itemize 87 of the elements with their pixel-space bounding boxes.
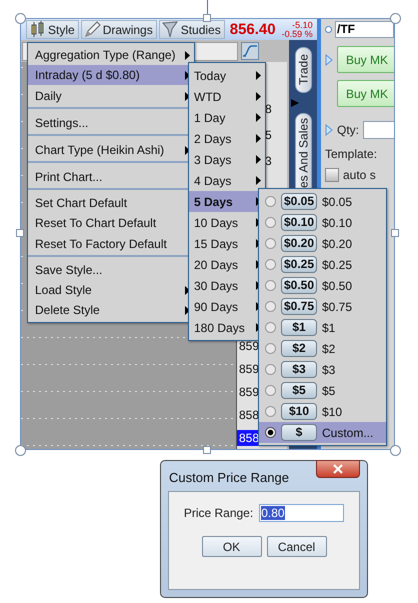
range-chip: $0.25 xyxy=(281,256,317,273)
circle-icon xyxy=(325,26,332,32)
submenu-arrow-icon xyxy=(256,92,261,101)
price-change: -5.10 xyxy=(292,20,313,30)
range-chip: $0.75 xyxy=(281,298,317,315)
checkbox-label: auto s xyxy=(343,168,376,182)
symbol-field[interactable]: /TF xyxy=(335,20,394,38)
menu-item[interactable]: $1 $1 xyxy=(259,317,386,338)
submenu-arrow-icon xyxy=(256,113,261,122)
checkbox[interactable] xyxy=(325,168,339,182)
submenu-arrow-icon xyxy=(256,155,261,164)
range-chip: $0.20 xyxy=(281,235,317,252)
dialog-button[interactable]: Cancel xyxy=(266,536,326,557)
menu-item[interactable]: $10 $10 xyxy=(259,401,386,422)
range-chip: $ xyxy=(281,424,317,441)
close-button[interactable] xyxy=(316,460,360,478)
curve-icon[interactable] xyxy=(241,42,259,60)
input-field[interactable]: 0.80 xyxy=(259,504,344,522)
radio-button[interactable] xyxy=(265,217,276,228)
axis-label: 858 xyxy=(238,407,260,424)
range-chip: $3 xyxy=(281,361,317,378)
expand-icon[interactable] xyxy=(325,124,333,136)
radio-button[interactable] xyxy=(265,196,276,207)
submenu-arrow-icon xyxy=(256,71,261,80)
menu-item[interactable]: $0.20 $0.20 xyxy=(259,233,386,254)
range-chip: $10 xyxy=(281,403,317,420)
buy-button[interactable]: Buy MK xyxy=(337,80,394,107)
radio-button[interactable] xyxy=(265,322,276,333)
menu-item[interactable]: $5 $5 xyxy=(259,380,386,401)
range-chip: $2 xyxy=(281,340,317,357)
radio-button[interactable] xyxy=(265,280,276,291)
radio-button[interactable] xyxy=(265,406,276,417)
radio-button[interactable] xyxy=(265,364,276,375)
field-label: Qty: xyxy=(337,123,360,137)
radio-button[interactable] xyxy=(265,238,276,249)
radio-button[interactable] xyxy=(265,385,276,396)
resize-handle[interactable] xyxy=(390,13,401,24)
axis-label: 5 xyxy=(265,127,272,144)
expand-icon[interactable] xyxy=(325,54,333,66)
range-chip: $0.10 xyxy=(281,214,317,231)
toolbar-button[interactable]: Studies xyxy=(158,20,225,39)
range-chip: $5 xyxy=(281,382,317,399)
menu-item[interactable]: $2 $2 xyxy=(259,338,386,359)
resize-handle[interactable] xyxy=(15,445,26,456)
resize-handle[interactable] xyxy=(203,446,211,454)
menu-item[interactable]: Aggregation Type (Range) xyxy=(28,45,194,65)
submenu-arrow-icon xyxy=(256,134,261,143)
dialog-button[interactable]: OK xyxy=(202,536,262,557)
axis-label: 3 xyxy=(265,153,272,170)
dialog-title: Custom Price Range xyxy=(169,470,290,485)
menu-item[interactable]: $3 $3 xyxy=(259,359,386,380)
side-tab[interactable]: Trade xyxy=(294,47,312,93)
funnel-icon xyxy=(162,21,179,38)
field-label: Price Range: xyxy=(184,506,254,520)
resize-handle[interactable] xyxy=(203,14,211,22)
resize-handle[interactable] xyxy=(15,13,26,24)
toolbar-button[interactable]: Style xyxy=(26,20,79,39)
last-price: 856.40 xyxy=(230,21,276,38)
range-chip: $0.05 xyxy=(281,193,317,210)
menu-item[interactable]: $0.75 $0.75 xyxy=(259,296,386,317)
radio-button[interactable] xyxy=(265,301,276,312)
range-chip: $0.50 xyxy=(281,277,317,294)
axis-label: 859 xyxy=(238,361,260,378)
radio-button[interactable] xyxy=(265,427,276,438)
submenu-arrow-icon xyxy=(185,50,190,60)
field-label: Template: xyxy=(325,147,378,161)
triangle-icon xyxy=(291,99,299,107)
resize-handle[interactable] xyxy=(390,445,401,456)
radio-button[interactable] xyxy=(265,259,276,270)
resize-handle[interactable] xyxy=(391,229,399,237)
pencil-icon xyxy=(84,21,101,38)
menu-item[interactable]: $ Custom... xyxy=(259,422,386,443)
menu-item[interactable]: $0.25 $0.25 xyxy=(259,254,386,275)
menu-item[interactable]: $0.10 $0.10 xyxy=(259,212,386,233)
input-field[interactable] xyxy=(363,121,394,139)
submenu-arrow-icon xyxy=(256,176,261,185)
percent-change: -0.59 % xyxy=(282,30,313,38)
menu-item[interactable]: $0.50 $0.50 xyxy=(259,275,386,296)
radio-button[interactable] xyxy=(265,343,276,354)
candlestick-icon xyxy=(29,21,46,38)
resize-handle[interactable] xyxy=(16,229,24,237)
toolbar-button[interactable]: Drawings xyxy=(80,20,157,39)
axis-label: 859 xyxy=(238,338,260,355)
buy-button[interactable]: Buy MK xyxy=(337,46,394,73)
close-icon xyxy=(333,464,343,474)
range-chip: $1 xyxy=(281,319,317,336)
axis-label: 859 xyxy=(238,384,260,401)
